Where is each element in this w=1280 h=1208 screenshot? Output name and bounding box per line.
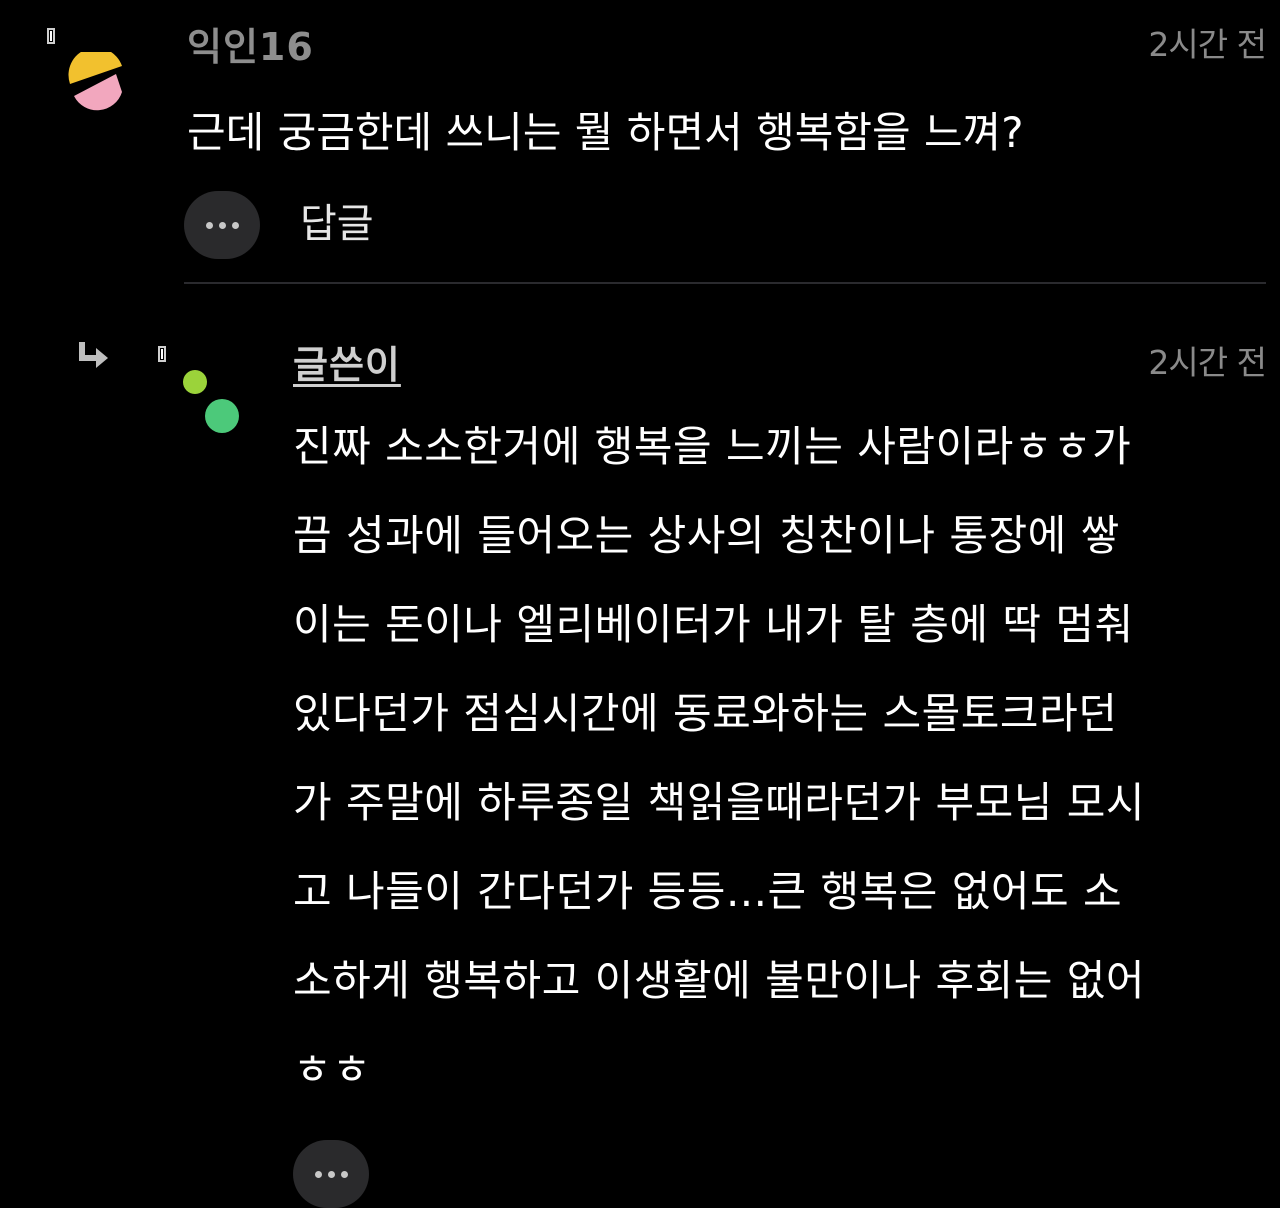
comment-text-line: 고 나들이 간다던가 등등...큰 행복은 없어도 소 [293,867,1123,916]
more-options-button[interactable] [184,191,260,259]
more-options-button[interactable] [293,1140,369,1208]
username[interactable]: 익인16 [187,28,314,66]
divider [184,282,1266,284]
avatar[interactable] [180,368,242,436]
comment-text-line: 끔 성과에 들어오는 상사의 칭찬이나 통장에 쌓 [293,511,1120,560]
comment-text-line: ㅎㅎ [293,1045,372,1094]
avatar[interactable] [64,52,132,118]
author-username[interactable]: 글쓴이 [293,346,401,384]
more-icon [205,221,213,229]
comment-text-line: 가 주말에 하루종일 책읽을때라던가 부모님 모시 [293,778,1146,827]
select-checkbox-icon[interactable] [47,28,55,44]
select-checkbox-icon[interactable] [158,346,166,362]
comment-text-line: 이는 돈이나 엘리베이터가 내가 탈 층에 딱 멈춰 [293,600,1134,649]
reply-comment: 글쓴이 2시간 전 진짜 소소한거에 행복을 느끼는 사람이라ㅎㅎ가 끔 성과에… [0,300,1280,1208]
comment-text-line: 진짜 소소한거에 행복을 느끼는 사람이라ㅎㅎ가 [293,422,1132,471]
comment-text: 진짜 소소한거에 행복을 느끼는 사람이라ㅎㅎ가 끔 성과에 들어오는 상사의 … [293,422,1268,1134]
comment-text: 근데 궁금한데 쓰니는 뭘 하면서 행복함을 느껴? [187,108,1024,157]
comment-text-line: 있다던가 점심시간에 동료와하는 스몰토크라던 [293,689,1118,738]
timestamp: 2시간 전 [1148,25,1267,64]
more-icon [314,1170,322,1178]
reply-arrow-icon [79,342,108,368]
timestamp: 2시간 전 [1148,343,1267,382]
comment: 익인16 2시간 전 근데 궁금한데 쓰니는 뭘 하면서 행복함을 느껴? 답글 [0,0,1280,300]
reply-button[interactable]: 답글 [300,204,374,244]
comment-text-line: 소하게 행복하고 이생활에 불만이나 후회는 없어 [293,956,1146,1005]
